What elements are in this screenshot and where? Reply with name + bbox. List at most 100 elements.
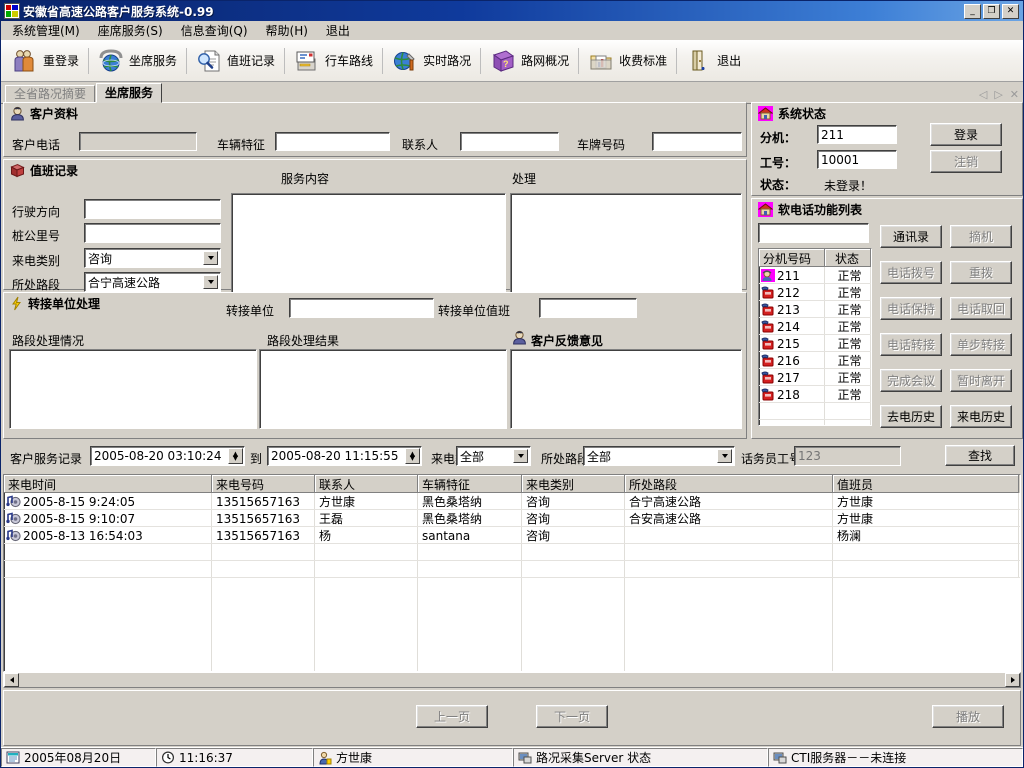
column-call-time[interactable]: 来电时间 [4,475,212,493]
chevron-down-icon[interactable] [717,449,732,463]
section-status-textarea[interactable] [9,349,257,429]
menu-item-seat-service[interactable]: 座席服务(S) [89,20,172,41]
job-number-input[interactable] [817,150,897,169]
outgoing-history-button[interactable]: 去电历史 [880,405,942,428]
next-page-button[interactable]: 下一页 [536,705,608,728]
section-result-textarea[interactable] [259,349,507,429]
extension-row[interactable]: 213 正常 [759,301,871,318]
search-bar: 客户服务记录 2005-08-20 03:10:24 ▲▼ 到 2005-08-… [1,441,1023,473]
finish-conference-button[interactable]: 完成会议 [880,369,942,392]
toolbar-button-road-network[interactable]: ? 路网概况 [483,42,576,80]
filter-road-combo[interactable]: 全部 [583,446,735,466]
toolbar-button-exit[interactable]: 退出 [679,42,748,80]
customer-phone-input[interactable] [79,132,197,151]
call-record-icon [6,529,21,543]
menu-item-system[interactable]: 系统管理(M) [3,20,89,41]
dial-button[interactable]: 电话拨号 [880,261,942,284]
minimize-button[interactable]: _ [964,4,981,19]
mdi-prev-icon[interactable]: ◁ [979,88,987,101]
contact-person-input[interactable] [460,132,559,151]
extension-list[interactable]: 分机号码 状态 211 正常 [758,248,872,426]
toolbar-button-driving-route[interactable]: 行车路线 [287,42,380,80]
extension-row[interactable]: 214 正常 [759,318,871,335]
logout-button[interactable]: 注销 [930,150,1002,173]
table-row[interactable]: 2005-8-13 16:54:03 13515657163 杨 santana… [4,527,1020,544]
scroll-left-icon[interactable] [4,673,19,687]
transfer-unit-input[interactable] [289,298,434,318]
current-road-combo[interactable]: 合宁高速公路 [84,272,221,292]
softphone-number-input[interactable] [758,223,869,243]
date-from-field[interactable]: 2005-08-20 03:10:24 ▲▼ [90,446,245,466]
chevron-down-icon[interactable] [203,251,218,265]
extension-row[interactable]: 211 正常 [759,267,871,284]
date-from-spinner[interactable]: ▲▼ [228,448,243,464]
toolbar-button-live-traffic[interactable]: 实时路况 [385,42,478,80]
toolbar-label-exit: 退出 [717,52,741,69]
extension-input[interactable] [817,125,897,144]
contacts-button[interactable]: 通讯录 [880,225,942,248]
scroll-right-icon[interactable] [1005,673,1020,687]
column-duty-officer[interactable]: 值班员 [833,475,1019,493]
menu-item-exit[interactable]: 退出 [317,20,359,41]
extension-row[interactable]: 215 正常 [759,335,871,352]
operator-id-input[interactable] [794,446,901,466]
tab-seat-service[interactable]: 坐席服务 [96,83,162,103]
extension-row[interactable]: 218 正常 [759,386,871,403]
pager-panel: 上一页 下一页 播放 [3,690,1021,746]
login-button[interactable]: 登录 [930,123,1002,146]
globe-headset-icon [98,48,124,74]
customer-feedback-textarea[interactable] [510,349,742,429]
table-row[interactable]: 2005-8-15 9:10:07 13515657163 王磊 黑色桑塔纳 咨… [4,510,1020,527]
table-row[interactable]: 2005-8-15 9:24:05 13515657163 方世康 黑色桑塔纳 … [4,493,1020,510]
filter-road-value: 全部 [587,448,611,465]
call-type-combo[interactable]: 咨询 [84,248,221,268]
mdi-next-icon[interactable]: ▷ [994,88,1002,101]
prev-page-button[interactable]: 上一页 [416,705,488,728]
column-vehicle[interactable]: 车辆特征 [418,475,522,493]
column-contact[interactable]: 联系人 [315,475,418,493]
toolbar-button-relogin[interactable]: 重登录 [5,42,86,80]
column-call-type[interactable]: 来电类别 [522,475,625,493]
play-button[interactable]: 播放 [932,705,1004,728]
chevron-down-icon[interactable] [203,275,218,289]
redial-button[interactable]: 重拨 [950,261,1012,284]
table-horizontal-scrollbar[interactable] [3,672,1021,688]
extension-row[interactable]: 212 正常 [759,284,871,301]
hold-button[interactable]: 电话保持 [880,297,942,320]
transfer-button[interactable]: 电话转接 [880,333,942,356]
filter-call-type-combo[interactable]: 全部 [456,446,531,466]
extension-row[interactable]: 216 正常 [759,352,871,369]
column-road[interactable]: 所处路段 [625,475,833,493]
vehicle-feature-input[interactable] [275,132,390,151]
handling-textarea[interactable] [510,193,742,293]
column-call-number[interactable]: 来电号码 [212,475,315,493]
toolbar-button-duty-record[interactable]: 值班记录 [189,42,282,80]
menu-item-help[interactable]: 帮助(H) [257,20,317,41]
tab-province-traffic-summary[interactable]: 全省路况摘要 [5,85,95,103]
driving-direction-input[interactable] [84,199,221,219]
scrollbar-track[interactable] [19,673,1005,687]
offhook-button[interactable]: 摘机 [950,225,1012,248]
milepost-input[interactable] [84,223,221,243]
incoming-history-button[interactable]: 来电历史 [950,405,1012,428]
restore-button[interactable]: ❐ [983,4,1000,19]
retrieve-button[interactable]: 电话取回 [950,297,1012,320]
search-button[interactable]: 查找 [945,445,1015,466]
menu-item-info-query[interactable]: 信息查询(Q) [172,20,257,41]
service-content-textarea[interactable] [231,193,506,293]
single-step-transfer-button[interactable]: 单步转接 [950,333,1012,356]
plate-number-input[interactable] [652,132,742,151]
extension-number: 213 [777,303,800,317]
transfer-duty-input[interactable] [539,298,637,318]
status-date: 2005年08月20日 [1,748,156,767]
date-to-spinner[interactable]: ▲▼ [405,448,420,464]
chevron-down-icon[interactable] [513,449,528,463]
toolbar-button-toll-standard[interactable]: 收费标准 [581,42,674,80]
date-to-field[interactable]: 2005-08-20 11:15:55 ▲▼ [267,446,422,466]
temporary-leave-button[interactable]: 暂时离开 [950,369,1012,392]
mdi-close-icon[interactable]: ✕ [1010,88,1019,101]
toolbar-button-seat-service[interactable]: 坐席服务 [91,42,184,80]
close-button[interactable]: ✕ [1002,4,1019,19]
records-table[interactable]: 来电时间 来电号码 联系人 车辆特征 来电类别 所处路段 值班员 2005-8-… [3,474,1021,672]
extension-row[interactable]: 217 正常 [759,369,871,386]
